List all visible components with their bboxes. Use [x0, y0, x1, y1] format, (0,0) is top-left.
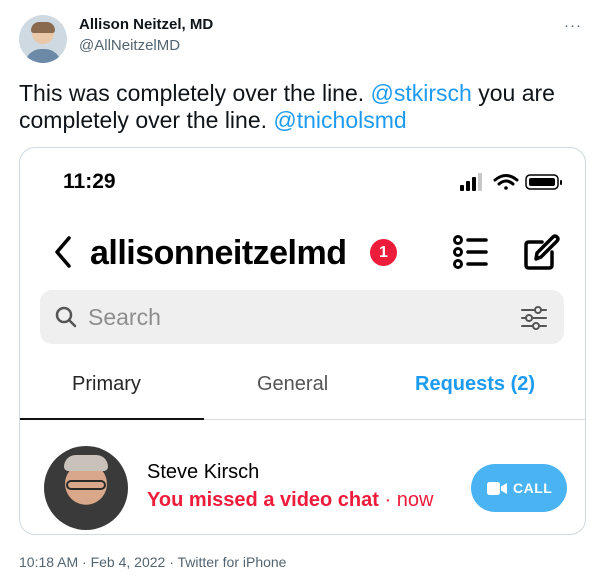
status-bar-icons	[460, 173, 562, 191]
avatar-glasses	[66, 480, 106, 490]
dm-list-item[interactable]: Steve Kirsch You missed a video chat · n…	[20, 433, 585, 533]
tweet-timestamp[interactable]: 10:18 AM · Feb 4, 2022	[19, 554, 165, 570]
filter-icon[interactable]	[520, 304, 548, 332]
search-icon	[55, 306, 77, 328]
author-name[interactable]: Allison Neitzel, MD	[79, 16, 213, 33]
wifi-icon	[493, 174, 519, 190]
search-bar[interactable]: Search	[40, 290, 564, 344]
mention-link[interactable]: @tnicholsmd	[273, 107, 406, 133]
list-icon[interactable]	[452, 234, 488, 270]
dm-separator: ·	[378, 489, 397, 511]
dm-time: now	[396, 489, 434, 511]
tweet-text: This was completely over the line. @stki…	[19, 80, 579, 134]
call-button[interactable]: CALL	[471, 464, 567, 512]
tab-requests[interactable]: Requests (2)	[415, 373, 535, 396]
more-options-icon[interactable]: ···	[564, 17, 582, 34]
signal-icon	[460, 173, 482, 191]
attached-screenshot[interactable]: 11:29 allisonneitzelmd 1 Search Primary …	[19, 147, 586, 535]
mention-link[interactable]: @stkirsch	[371, 80, 472, 106]
compose-icon[interactable]	[522, 232, 562, 272]
active-tab-indicator	[20, 418, 204, 420]
dm-message-text: You missed a video chat	[147, 489, 379, 511]
avatar-hair	[64, 455, 108, 471]
tweet-source[interactable]: Twitter for iPhone	[178, 554, 287, 570]
meta-separator: ·	[165, 554, 178, 570]
tweet-metadata: 10:18 AM · Feb 4, 2022 · Twitter for iPh…	[19, 554, 286, 570]
battery-icon	[525, 174, 562, 190]
avatar-shirt	[25, 49, 61, 63]
tweet: Allison Neitzel, MD @AllNeitzelMD ··· Th…	[0, 0, 606, 583]
status-bar-time: 11:29	[63, 170, 116, 193]
dm-message-preview: You missed a video chat · now	[147, 489, 433, 512]
tweet-text-part: This was completely over the line.	[19, 80, 371, 106]
inbox-username[interactable]: allisonneitzelmd	[90, 234, 347, 273]
back-chevron-icon[interactable]	[49, 232, 79, 272]
tab-general[interactable]: General	[257, 373, 328, 396]
author-handle[interactable]: @AllNeitzelMD	[79, 37, 180, 54]
dm-avatar[interactable]	[44, 446, 128, 530]
avatar-hair	[31, 22, 55, 33]
video-camera-icon	[487, 482, 507, 495]
call-label: CALL	[513, 480, 553, 496]
tab-primary[interactable]: Primary	[72, 373, 141, 396]
author-avatar[interactable]	[19, 15, 67, 63]
dm-sender-name: Steve Kirsch	[147, 461, 260, 483]
search-placeholder: Search	[88, 304, 161, 330]
notification-badge: 1	[370, 239, 397, 266]
